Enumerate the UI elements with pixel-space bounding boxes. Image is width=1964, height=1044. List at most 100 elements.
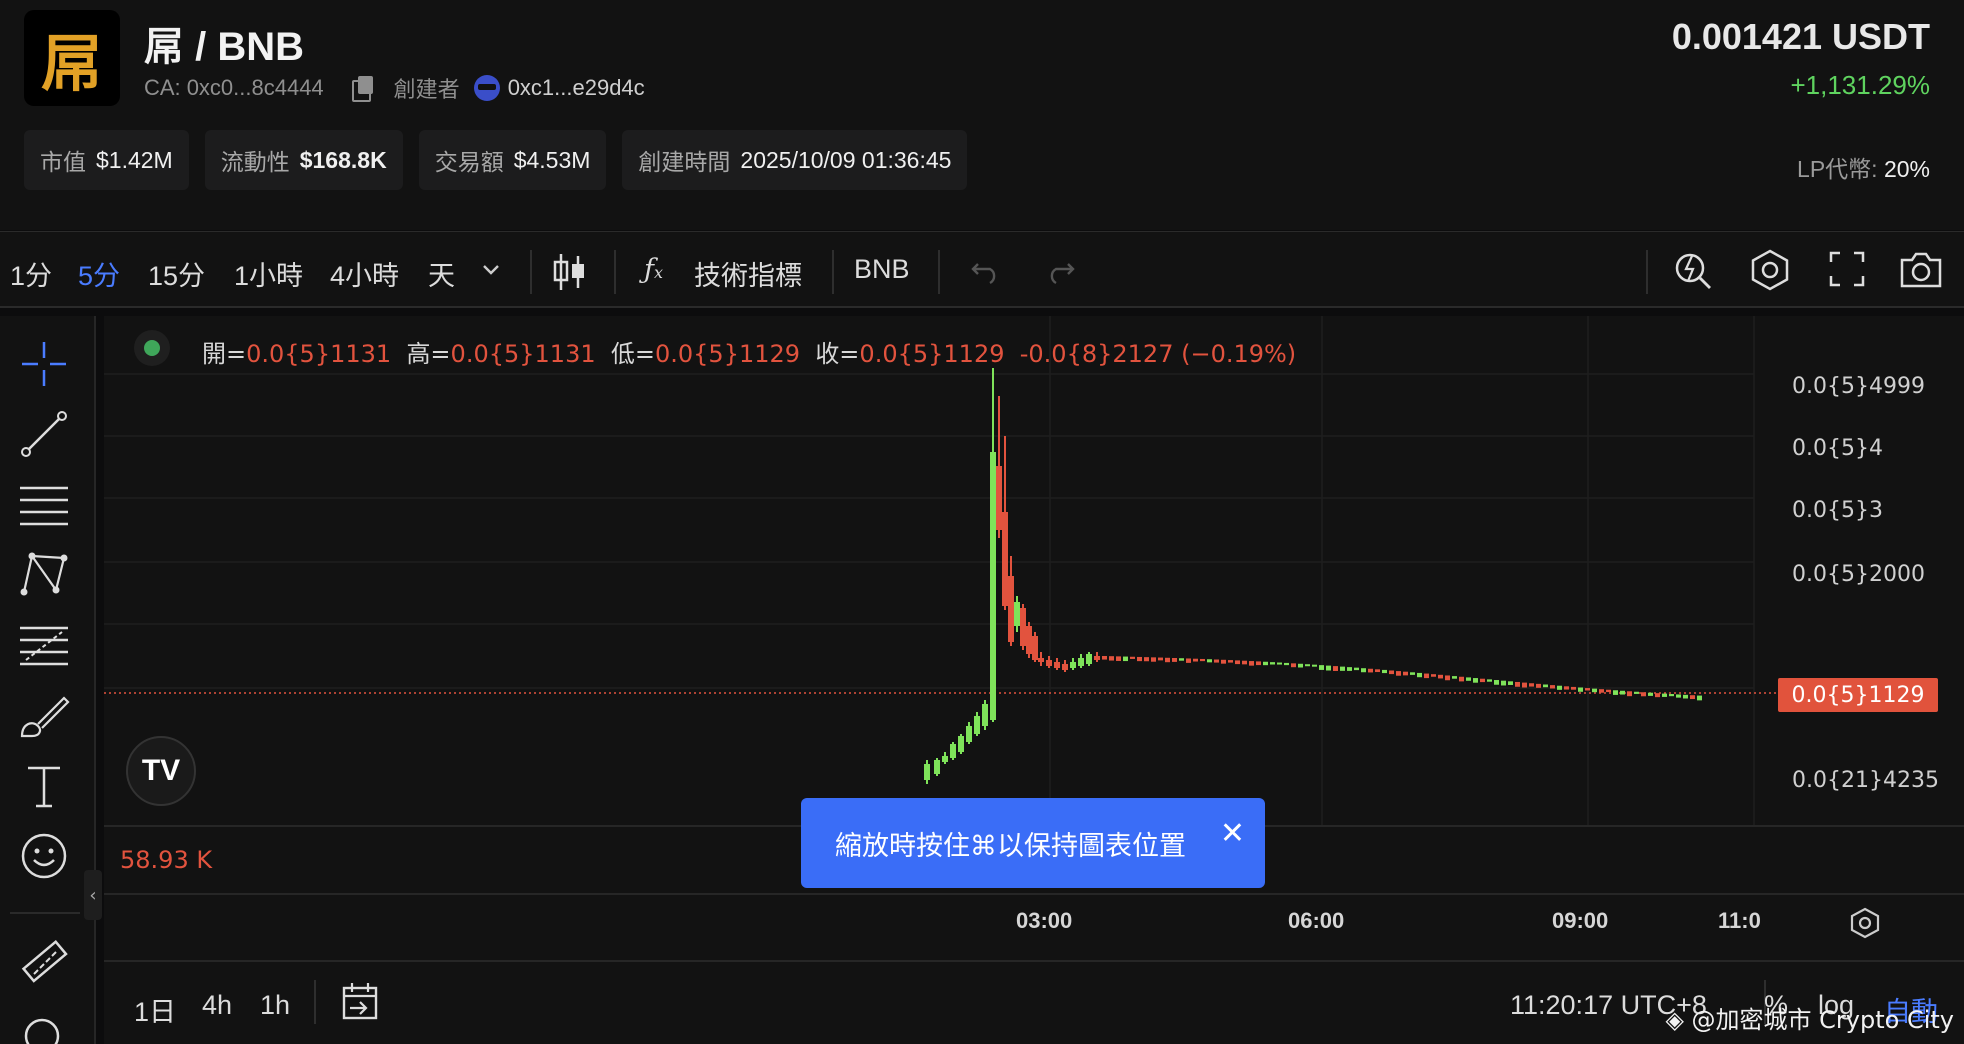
candle-body: [1291, 663, 1296, 668]
y-tick-label: 0.0{5}3: [1792, 498, 1883, 523]
fullscreen-icon[interactable]: [1828, 250, 1866, 288]
text-tool-icon[interactable]: [18, 760, 70, 812]
creator-label: 創建者: [393, 77, 460, 102]
candle-body: [1641, 692, 1646, 697]
stat-label: 市值: [40, 149, 86, 175]
candle-body: [958, 736, 964, 752]
quick-search-icon[interactable]: [1672, 248, 1714, 290]
candle-body: [1529, 683, 1534, 687]
candle-body: [1459, 676, 1464, 682]
range-1d[interactable]: 1日: [134, 990, 176, 1029]
brush-icon[interactable]: [18, 690, 70, 742]
pattern-icon[interactable]: [18, 548, 70, 600]
candle-body: [1256, 661, 1261, 666]
candle-body: [1480, 678, 1485, 683]
candle-body: [1277, 662, 1282, 665]
interval-1m[interactable]: 1分: [10, 254, 52, 293]
settings-icon[interactable]: [1748, 248, 1792, 292]
candle-body: [1070, 662, 1076, 668]
creator-avatar: [473, 75, 500, 101]
candle-body: [1662, 693, 1667, 697]
candle-body: [1116, 656, 1121, 661]
stat-market-cap: 市值 $1.42M: [24, 130, 189, 190]
candle-body: [1585, 688, 1590, 691]
candle-body: [1396, 671, 1401, 676]
x-tick-label: 03:00: [1016, 908, 1073, 933]
candle-body: [1515, 681, 1520, 687]
interval-15m[interactable]: 15分: [148, 254, 205, 293]
candle-body: [1102, 656, 1107, 660]
camera-icon[interactable]: [1898, 250, 1944, 290]
bottom-separator: [314, 980, 316, 1024]
candle-body: [1620, 690, 1625, 695]
token-logo: 屌: [24, 10, 120, 106]
axis-settings-icon[interactable]: [1848, 906, 1882, 940]
fib-levels-icon[interactable]: [18, 620, 70, 672]
candle-body: [1078, 658, 1084, 666]
x-tick-label: 09:00: [1552, 908, 1609, 933]
copy-icon[interactable]: [351, 76, 374, 102]
tools-divider: [10, 912, 80, 914]
drawing-tools: [0, 316, 96, 1044]
candle-body: [1326, 665, 1331, 671]
candle-body: [1557, 685, 1562, 690]
candle-body: [950, 744, 956, 758]
redo-icon[interactable]: [1044, 254, 1076, 286]
stat-value: $168.8K: [299, 146, 387, 173]
candle-body: [1109, 656, 1114, 661]
range-1h[interactable]: 1h: [260, 990, 290, 1021]
fx-icon[interactable]: ƒx: [644, 254, 663, 285]
range-4h[interactable]: 4h: [202, 990, 232, 1021]
candle-body: [1094, 656, 1100, 660]
currency-button[interactable]: BNB: [854, 254, 910, 285]
candle-body: [1038, 658, 1044, 662]
candle-body: [1536, 683, 1541, 688]
crosshair-icon[interactable]: [18, 338, 70, 390]
ohlc-change: -0.0{8}2127 (−0.19%): [1019, 340, 1297, 368]
candle-body: [1690, 695, 1695, 700]
tradingview-logo[interactable]: TV: [126, 736, 196, 806]
indicators-button[interactable]: 技術指標: [694, 254, 802, 293]
candle-body: [1249, 661, 1254, 666]
candle-body: [1340, 666, 1345, 671]
candle-body: [1008, 576, 1014, 642]
candle-body: [1179, 658, 1184, 661]
ruler-icon[interactable]: [18, 936, 70, 988]
trend-line-icon[interactable]: [18, 408, 70, 460]
candle-body: [1599, 689, 1604, 693]
candle-body: [1354, 667, 1359, 671]
candle-body: [1207, 659, 1212, 663]
zoom-icon[interactable]: [18, 1006, 70, 1044]
emoji-icon[interactable]: [18, 830, 70, 882]
candle-body: [1144, 657, 1149, 662]
goto-date-icon[interactable]: [340, 980, 380, 1022]
candle-body: [1014, 602, 1020, 626]
candle-body: [1417, 672, 1422, 678]
creator-value[interactable]: 0xc1...e29d4c: [508, 75, 645, 101]
watermark-text: @加密城市 Crypto City: [1691, 1006, 1954, 1034]
lp-label: LP代幣:: [1797, 156, 1878, 182]
chart-area[interactable]: 開=0.0{5}1131 高=0.0{5}1131 低=0.0{5}1129 收…: [104, 316, 1964, 976]
candle-body: [1312, 664, 1317, 667]
candle-body: [1431, 674, 1436, 677]
series-visibility-toggle[interactable]: [134, 330, 170, 366]
candle-type-icon[interactable]: [552, 250, 586, 294]
close-icon[interactable]: ✕: [1220, 816, 1245, 851]
lp-value: 20%: [1883, 156, 1930, 182]
horizontal-lines-icon[interactable]: [18, 478, 70, 530]
candle-body: [1592, 688, 1597, 693]
chevron-down-icon[interactable]: [480, 258, 502, 280]
candle-body: [1165, 657, 1170, 663]
interval-4h[interactable]: 4小時: [330, 254, 399, 293]
candle-body: [1228, 660, 1233, 663]
candle-body: [1086, 654, 1092, 664]
collapse-toolbar-button[interactable]: ‹: [84, 870, 102, 920]
interval-5m[interactable]: 5分: [78, 254, 120, 293]
candle-body: [1522, 682, 1527, 688]
ca-value: 0xc0...8c4444: [186, 75, 324, 100]
stat-value: $1.42M: [96, 146, 173, 173]
interval-1h[interactable]: 1小時: [234, 254, 303, 293]
candle-body: [1284, 662, 1289, 666]
undo-icon[interactable]: [970, 254, 1002, 286]
interval-1d[interactable]: 天: [428, 254, 455, 293]
